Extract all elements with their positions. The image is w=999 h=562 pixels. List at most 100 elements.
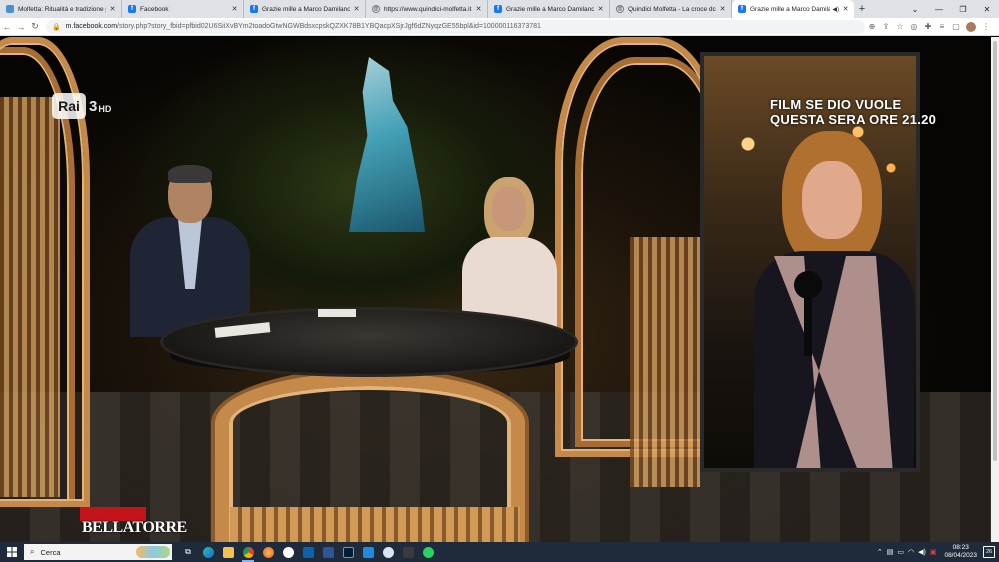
- system-tray: ⌃ ▤ ▭ ◠ ◀) ▣ 08:23 08/04/2023 26: [875, 544, 999, 560]
- channel-logo: Rai 3 HD: [52, 92, 111, 120]
- desk-papers: [318, 309, 356, 317]
- puzzle-icon[interactable]: ✚: [921, 22, 935, 31]
- word-icon[interactable]: [318, 542, 338, 562]
- facebook-icon: f: [738, 5, 746, 13]
- globe-icon: @: [616, 5, 624, 13]
- address-bar[interactable]: 🔒 m.facebook.com/story.php?story_fbid=pf…: [45, 19, 865, 34]
- video-player[interactable]: FILM SE DIO VUOLE QUESTA SERA ORE 21.20 …: [0, 37, 991, 542]
- volume-icon[interactable]: ◀): [918, 548, 926, 556]
- media-icon[interactable]: [398, 542, 418, 562]
- search-icon: ⌕: [30, 547, 35, 556]
- tab-title: Facebook: [140, 5, 169, 13]
- search-placeholder: Cerca: [40, 547, 61, 557]
- extension-icon[interactable]: ◎: [907, 22, 921, 31]
- battery-icon[interactable]: ▭: [897, 548, 904, 556]
- browser-toolbar: ← → ↻ 🔒 m.facebook.com/story.php?story_f…: [0, 18, 999, 36]
- host-man: [130, 165, 250, 337]
- close-icon[interactable]: ✕: [474, 5, 483, 13]
- tab-title: https://www.quindici-molfetta.it: [384, 5, 472, 13]
- side-panel-icon[interactable]: ▢: [949, 22, 963, 31]
- install-icon[interactable]: ⊕: [865, 22, 879, 31]
- back-icon[interactable]: ←: [0, 22, 14, 32]
- close-icon[interactable]: ✕: [841, 5, 850, 13]
- close-icon[interactable]: ✕: [718, 5, 727, 13]
- tab-search-icon[interactable]: ⌄: [903, 5, 927, 14]
- tab-title: Grazie mille a Marco Damilano: [750, 5, 831, 13]
- guest-woman: [462, 177, 557, 327]
- tab-facebook-post-1[interactable]: f Grazie mille a Marco Damilano p ✕: [244, 0, 366, 18]
- tab-title: Quindici Molfetta - La croce dc: [628, 5, 716, 13]
- desktop-screen: Molfetta: Ritualità e tradizione p ✕ f F…: [0, 0, 999, 562]
- restore-icon[interactable]: ❐: [951, 5, 975, 14]
- url-host: m.facebook.com: [65, 23, 118, 30]
- tab-facebook-post-active[interactable]: f Grazie mille a Marco Damilano ◀) ✕: [732, 0, 854, 18]
- channel-quality: HD: [98, 104, 112, 114]
- reading-list-icon[interactable]: ≡: [935, 22, 949, 31]
- photoshop-icon[interactable]: [338, 542, 358, 562]
- windows-taskbar: ⌕ Cerca ⧉ ⌃ ▤ ▭ ◠ ◀) ▣ 08:23 08/04/2023 …: [0, 542, 999, 562]
- close-window-icon[interactable]: ✕: [975, 5, 999, 14]
- close-icon[interactable]: ✕: [352, 5, 361, 13]
- channel-name: Rai: [52, 93, 86, 119]
- browser-tab-strip: Molfetta: Ritualità e tradizione p ✕ f F…: [0, 0, 999, 18]
- windows-icon: [7, 547, 17, 557]
- share-icon[interactable]: ⇪: [879, 22, 893, 31]
- promo-overlay: FILM SE DIO VUOLE QUESTA SERA ORE 21.20: [770, 97, 960, 127]
- molfetta-icon: [6, 5, 14, 13]
- close-icon[interactable]: ✕: [230, 5, 239, 13]
- lock-icon[interactable]: 🔒: [52, 23, 61, 31]
- chevron-up-icon[interactable]: ⌃: [877, 548, 883, 556]
- studio-desk: [160, 307, 578, 377]
- bookmark-star-icon[interactable]: ☆: [893, 22, 907, 31]
- notification-icon[interactable]: 26: [983, 546, 995, 558]
- start-button[interactable]: [0, 542, 24, 562]
- facebook-icon: f: [128, 5, 136, 13]
- forward-icon[interactable]: →: [14, 22, 28, 32]
- taskbar-clock[interactable]: 08:23 08/04/2023: [944, 544, 977, 560]
- taskbar-apps: ⧉: [178, 542, 438, 562]
- network-icon[interactable]: ▤: [887, 548, 894, 556]
- chrome-icon[interactable]: [238, 542, 258, 562]
- close-icon[interactable]: ✕: [108, 5, 117, 13]
- tab-title: Grazie mille a Marco Damilano p: [506, 5, 594, 13]
- whatsapp-desktop-icon[interactable]: [278, 542, 298, 562]
- outlook-icon[interactable]: [298, 542, 318, 562]
- avatar[interactable]: [966, 21, 976, 32]
- tab-quindici-croce[interactable]: @ Quindici Molfetta - La croce dc ✕: [610, 0, 732, 18]
- firefox-icon[interactable]: [258, 542, 278, 562]
- speaker-icon[interactable]: ◀): [832, 6, 839, 13]
- wood-panel-right: [630, 237, 700, 487]
- menu-icon[interactable]: ⋮: [979, 22, 993, 31]
- taskbar-search[interactable]: ⌕ Cerca: [24, 544, 172, 560]
- cloud-icon[interactable]: [378, 542, 398, 562]
- facebook-icon: f: [494, 5, 502, 13]
- desk-base: [230, 507, 520, 542]
- task-view-icon[interactable]: ⧉: [178, 542, 198, 562]
- toolbar-actions: ⊕ ⇪ ☆ ◎ ✚ ≡ ▢ ⋮: [865, 21, 999, 32]
- new-tab-button[interactable]: +: [854, 0, 870, 18]
- minimize-icon[interactable]: —: [927, 5, 951, 14]
- close-icon[interactable]: ✕: [596, 5, 605, 13]
- tab-molfetta[interactable]: Molfetta: Ritualità e tradizione p ✕: [0, 0, 122, 18]
- page-scrollbar[interactable]: [991, 37, 999, 542]
- calendar-icon[interactable]: ▣: [930, 548, 937, 556]
- search-highlight-icon: [136, 546, 170, 558]
- file-explorer-icon[interactable]: [218, 542, 238, 562]
- window-controls: ⌄ — ❐ ✕: [903, 0, 999, 18]
- whatsapp-icon[interactable]: [418, 542, 438, 562]
- wifi-icon[interactable]: ◠: [908, 548, 914, 556]
- store-icon[interactable]: [358, 542, 378, 562]
- tab-title: Grazie mille a Marco Damilano p: [262, 5, 350, 13]
- globe-icon: @: [372, 5, 380, 13]
- promo-line-1: FILM SE DIO VUOLE: [770, 97, 902, 112]
- reporter-on-screen: [754, 131, 914, 468]
- edge-icon[interactable]: [198, 542, 218, 562]
- program-logo: BELLATORRE: [80, 507, 187, 542]
- tab-quindici[interactable]: @ https://www.quindici-molfetta.it ✕: [366, 0, 488, 18]
- tab-facebook[interactable]: f Facebook ✕: [122, 0, 244, 18]
- tab-title: Molfetta: Ritualità e tradizione p: [18, 5, 106, 13]
- facebook-icon: f: [250, 5, 258, 13]
- reload-icon[interactable]: ↻: [28, 21, 42, 32]
- channel-number: 3: [89, 97, 98, 115]
- tab-facebook-post-2[interactable]: f Grazie mille a Marco Damilano p ✕: [488, 0, 610, 18]
